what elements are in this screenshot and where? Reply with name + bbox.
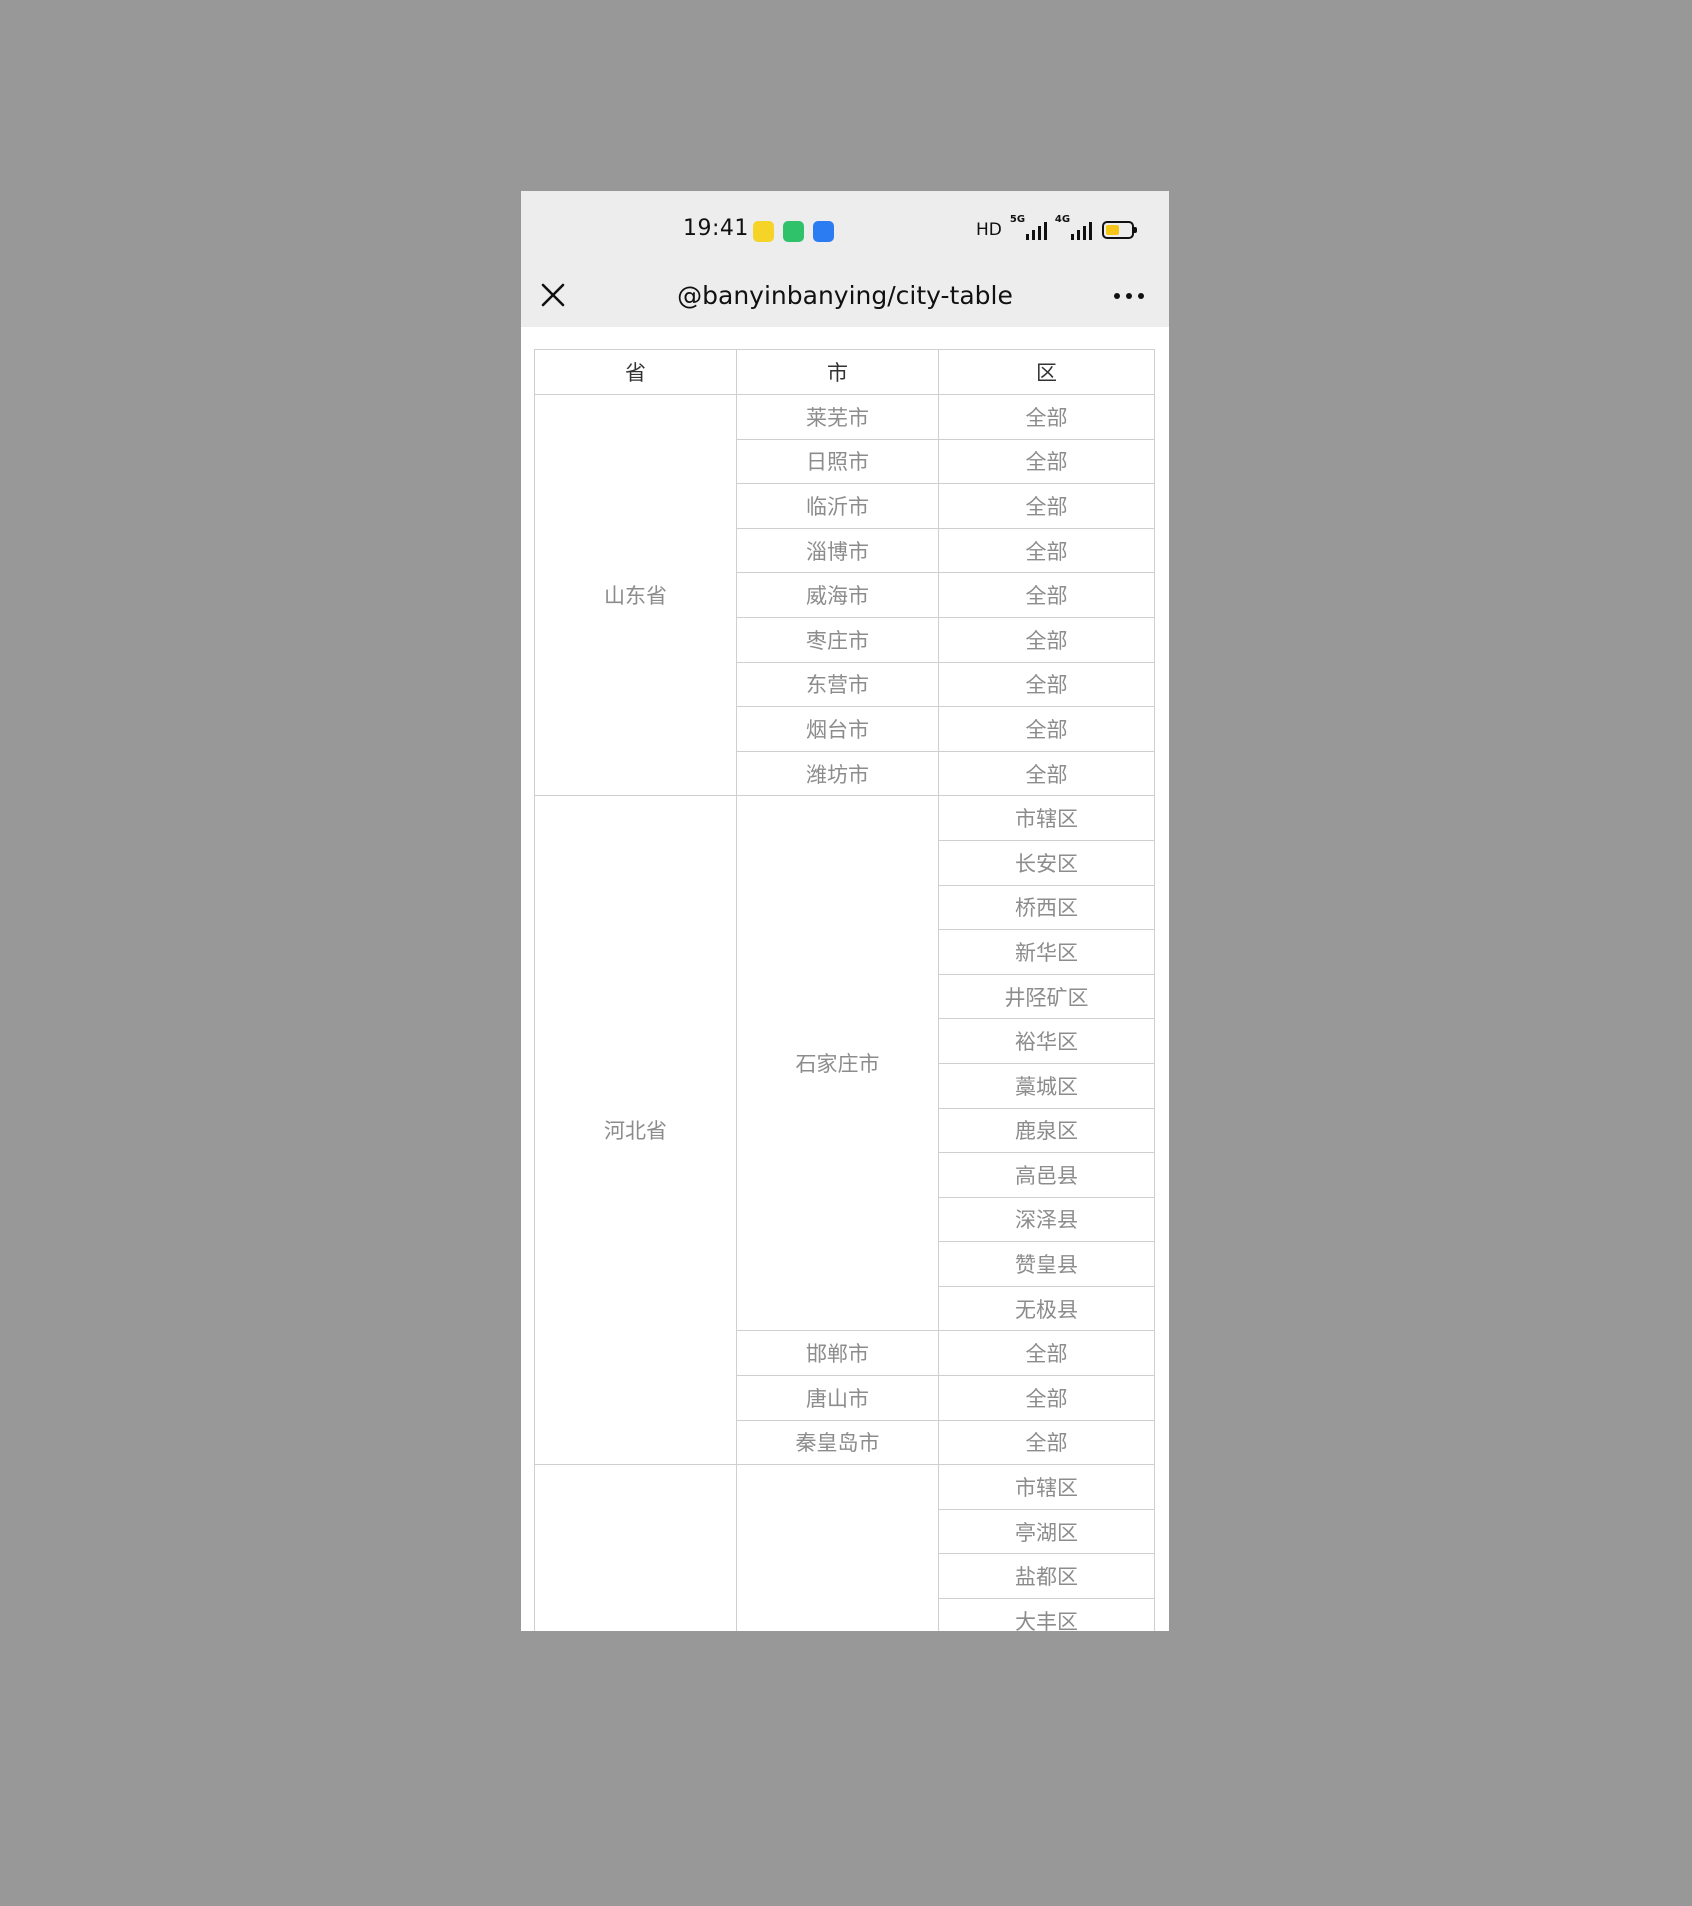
district-cell: 全部 (938, 750, 1155, 797)
district-cell: 全部 (938, 483, 1155, 529)
table-row: 河北省 石家庄市 市辖区 (534, 795, 1155, 1466)
table-row: 山东省 莱芜市 全部 (534, 393, 1155, 797)
network-4g-label: 4G (1054, 214, 1071, 225)
header-province: 省 (534, 349, 737, 395)
district-cell: 全部 (938, 616, 1155, 663)
page-title: @banyinbanying/city-table (677, 281, 1013, 310)
district-cell: 无极县 (938, 1285, 1155, 1332)
district-cell: 全部 (938, 438, 1155, 485)
district-cell: 鹿泉区 (938, 1107, 1155, 1154)
province-cell: 河北省 (534, 795, 737, 1466)
battery-level (1105, 225, 1119, 235)
district-cell: 全部 (938, 1375, 1155, 1421)
district-cell: 全部 (938, 527, 1155, 574)
table-body: 山东省 莱芜市 全部 日照市 全部 临沂市 全部 淄博市 全部 威海市 全部 枣庄市 全部 东营市 全部 烟台… (534, 393, 1155, 1631)
city-table-container: 省 市 区 山东省 莱芜市 全部 日照市 全部 临沂市 全部 淄博市 全部 威海市 全部 枣庄市 全部东… (534, 349, 1155, 1631)
phone-screen: 19:41 HD 5G 4G @banyinbanying/city-table (521, 191, 1169, 1631)
header-district: 区 (938, 349, 1155, 395)
district-cell: 长安区 (938, 839, 1155, 886)
status-indicators: HD 5G 4G (976, 214, 1137, 243)
district-cell: 全部 (938, 572, 1155, 618)
close-icon[interactable] (537, 279, 569, 311)
district-cell: 桥西区 (938, 884, 1155, 931)
district-cell: 大丰区 (938, 1598, 1155, 1631)
city-cell: 烟台市 (736, 706, 939, 752)
city-cell: 淄博市 (736, 527, 939, 574)
notification-app-icon-2 (783, 221, 804, 242)
district-cell: 赞皇县 (938, 1241, 1155, 1287)
city-cell: 日照市 (736, 438, 939, 485)
district-cell: 全部 (938, 706, 1155, 752)
battery-icon (1101, 221, 1137, 239)
signal-4g-icon: 4G (1055, 214, 1092, 240)
city-cell (736, 1464, 939, 1631)
hd-label: HD (976, 220, 1002, 240)
city-cell: 临沂市 (736, 483, 939, 529)
status-bar: 19:41 HD 5G 4G (521, 191, 1169, 267)
signal-5g-icon: 5G (1010, 214, 1047, 240)
city-cell: 秦皇岛市 (736, 1419, 939, 1466)
city-cell: 枣庄市 (736, 616, 939, 663)
city-table: 省 市 区 山东省 莱芜市 全部 日照市 全部 临沂市 全部 淄博市 全部 威海市 全部 枣庄市 全部东… (534, 349, 1155, 1631)
header-city: 市 (736, 349, 939, 395)
province-cell: 山东省 (534, 393, 737, 797)
district-cell: 市辖区 (938, 795, 1155, 841)
city-cell: 石家庄市 (736, 795, 939, 1332)
district-cell: 全部 (938, 1419, 1155, 1466)
nav-bar: @banyinbanying/city-table (521, 267, 1169, 327)
notification-app-icon-3 (813, 221, 834, 242)
district-cell: 市辖区 (938, 1464, 1155, 1510)
table-row: 市辖区 (534, 1464, 1155, 1631)
district-cell: 全部 (938, 1330, 1155, 1377)
city-cell: 潍坊市 (736, 750, 939, 797)
district-cell: 新华区 (938, 929, 1155, 975)
district-cell: 亭湖区 (938, 1508, 1155, 1555)
city-cell: 莱芜市 (736, 394, 939, 440)
city-cell: 邯郸市 (736, 1330, 939, 1377)
district-cell: 盐都区 (938, 1553, 1155, 1600)
district-cell: 全部 (938, 661, 1155, 708)
network-5g-label: 5G (1009, 214, 1026, 225)
province-cell (534, 1464, 737, 1631)
table-header-row: 省 市 区 (534, 349, 1155, 395)
more-dots-icon[interactable] (1111, 281, 1147, 311)
status-time: 19:41 (683, 216, 749, 241)
district-cell: 裕华区 (938, 1018, 1155, 1064)
city-cell: 唐山市 (736, 1375, 939, 1421)
city-cell: 东营市 (736, 661, 939, 708)
district-cell: 深泽县 (938, 1196, 1155, 1243)
notification-app-icon-1 (753, 221, 774, 242)
district-cell: 全部 (938, 394, 1155, 440)
district-cell: 高邑县 (938, 1152, 1155, 1198)
district-cell: 井陉矿区 (938, 973, 1155, 1020)
district-cell: 藁城区 (938, 1062, 1155, 1109)
city-cell: 威海市 (736, 572, 939, 618)
